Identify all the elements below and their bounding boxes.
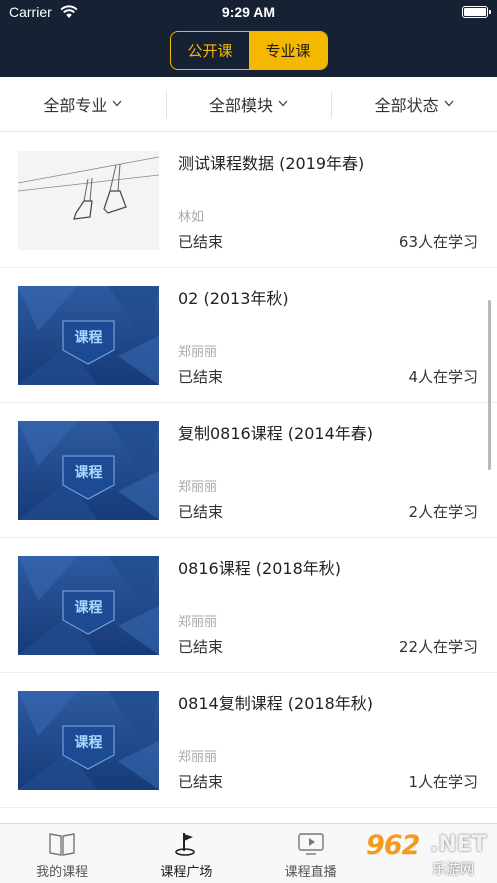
tab-label: 我的课程 [36,865,89,880]
chevron-down-icon [444,100,454,106]
watermark-net: .NET [430,832,487,857]
filter-module[interactable]: 全部模块 [165,77,332,131]
course-row[interactable]: 课程 0814复制课程 (2018年秋) 郑丽丽 已结束 1人在学习 [0,673,497,808]
course-learners: 1人在学习 [408,773,478,791]
tab-my-courses[interactable]: 我的课程 [0,824,124,883]
course-teacher: 林如 [178,210,205,225]
filter-major[interactable]: 全部专业 [0,77,166,131]
watermark-text: 乐游网 [432,862,474,878]
course-thumbnail-photo [18,151,159,250]
course-title: 测试课程数据 (2019年春) [178,154,365,173]
site-watermark: 962 .NET 乐游网 [360,826,497,883]
course-teacher: 郑丽丽 [178,480,218,495]
course-title: 0816课程 (2018年秋) [178,559,342,578]
course-type-switch: 公开课 专业课 [170,31,328,70]
tab-label: 课程广场 [160,865,213,880]
filter-status[interactable]: 全部状态 [331,77,497,131]
course-thumbnail: 课程 [18,556,159,655]
thumbnail-label: 课程 [75,465,103,481]
course-title: 0814复制课程 (2018年秋) [178,694,374,713]
filter-status-label: 全部状态 [374,96,439,115]
course-status: 已结束 [178,368,224,386]
course-status: 已结束 [178,638,224,656]
course-learners: 63人在学习 [398,233,478,251]
thumbnail-label: 课程 [75,600,103,616]
tab-course-square[interactable]: 课程广场 [124,824,248,883]
course-list: 测试课程数据 (2019年春) 林如 已结束 63人在学习 课程 02 (201… [0,133,497,823]
course-row[interactable]: 课程 0816课程 (2018年秋) 郑丽丽 已结束 22人在学习 [0,538,497,673]
course-title: 02 (2013年秋) [178,289,289,308]
course-status: 已结束 [178,503,224,521]
battery-icon [462,6,491,18]
course-thumbnail: 课程 [18,286,159,385]
clock: 9:29 AM [221,4,276,20]
tab-live-course[interactable]: 课程直播 [249,824,373,883]
tab-professional-course[interactable]: 专业课 [249,32,327,69]
course-teacher: 郑丽丽 [178,615,218,630]
filter-module-label: 全部模块 [209,96,274,115]
course-teacher: 郑丽丽 [178,345,218,360]
course-learners: 22人在学习 [398,638,478,656]
flag-icon [175,833,196,856]
course-learners: 4人在学习 [408,368,478,386]
chevron-down-icon [278,100,288,106]
play-screen-icon [297,833,324,855]
course-thumbnail: 课程 [18,691,159,790]
app-header: Carrier 9:29 AM 公开课 专业课 [0,0,497,77]
filter-major-label: 全部专业 [43,96,108,115]
chevron-down-icon [112,100,122,106]
course-row[interactable]: 测试课程数据 (2019年春) 林如 已结束 63人在学习 [0,133,497,268]
course-row[interactable]: 课程 复制0816课程 (2014年春) 郑丽丽 已结束 2人在学习 [0,403,497,538]
filter-bar: 全部专业 全部模块 全部状态 [0,77,497,132]
course-title: 复制0816课程 (2014年春) [178,424,374,443]
course-learners: 2人在学习 [408,503,478,521]
course-status: 已结束 [178,773,224,791]
tab-public-course[interactable]: 公开课 [171,32,249,69]
course-status: 已结束 [178,233,224,251]
course-row[interactable]: 课程 02 (2013年秋) 郑丽丽 已结束 4人在学习 [0,268,497,403]
thumbnail-label: 课程 [75,330,103,346]
course-thumbnail: 课程 [18,421,159,520]
status-bar: Carrier 9:29 AM [0,0,497,26]
course-teacher: 郑丽丽 [178,750,218,765]
tab-label: 课程直播 [284,865,337,880]
thumbnail-label: 课程 [75,735,103,751]
watermark-number: 962 [366,830,420,861]
book-icon [49,833,75,856]
scroll-indicator[interactable] [488,300,491,470]
